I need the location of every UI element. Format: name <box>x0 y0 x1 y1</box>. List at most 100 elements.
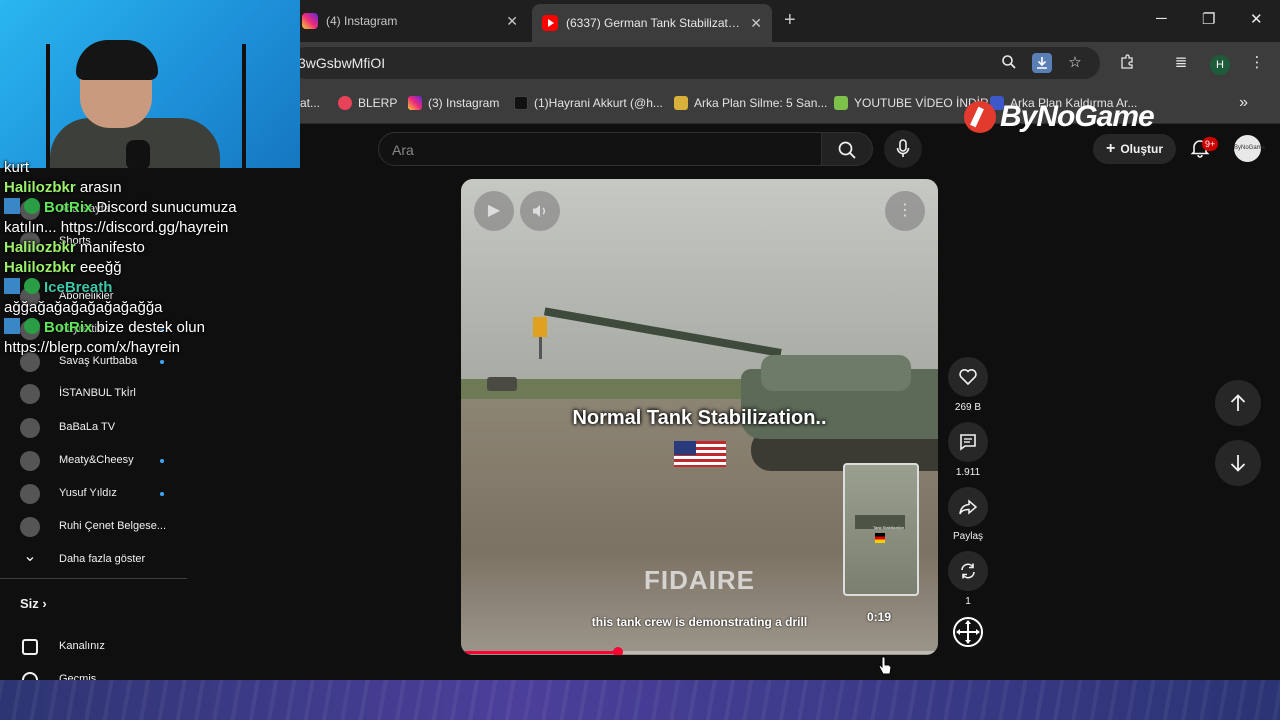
play-button[interactable]: ▶ <box>474 191 514 231</box>
comments-button[interactable] <box>948 422 988 462</box>
create-button[interactable]: + Oluştur <box>1093 134 1176 164</box>
minimize-icon[interactable]: ─ <box>1156 10 1167 27</box>
like-count: 269 B <box>954 402 982 413</box>
chevron-right-icon: › <box>42 596 47 611</box>
bookmark-item[interactable]: BLERP <box>338 96 397 110</box>
zoom-icon[interactable] <box>1000 54 1018 72</box>
chat-username: IceBreath <box>44 279 113 296</box>
bookmark-label: at... <box>300 96 321 110</box>
sidebar-item[interactable]: Yusuf Yıldız <box>0 478 187 510</box>
remix-icon <box>961 563 975 579</box>
orange-flag <box>533 317 547 337</box>
chat-text: arasın <box>75 179 122 196</box>
close-tab-icon[interactable]: ✕ <box>506 13 518 30</box>
close-window-icon[interactable]: ✕ <box>1250 10 1263 28</box>
notification-badge: 9+ <box>1202 137 1219 151</box>
previous-video-button[interactable] <box>1215 380 1261 426</box>
bookmark-item[interactable]: at... <box>300 96 320 110</box>
tab-instagram[interactable]: (4) Instagram ✕ <box>292 6 528 36</box>
headphone-stand <box>242 44 246 168</box>
search-button[interactable] <box>821 132 873 166</box>
video-time: 0:19 <box>867 610 892 624</box>
menu-icon[interactable]: ⋮ <box>1248 54 1266 72</box>
share-button[interactable] <box>948 487 988 527</box>
close-tab-icon[interactable]: ✕ <box>750 15 762 32</box>
shorts-video-player[interactable]: Normal Tank Stabilization.. Tank Stabili… <box>461 179 938 655</box>
video-caption: Normal Tank Stabilization.. <box>572 407 827 429</box>
chat-username: kurt <box>4 159 30 176</box>
tiktok-icon <box>514 96 528 110</box>
comment-icon <box>960 434 976 451</box>
chevron-right-icon[interactable]: » <box>1239 94 1248 112</box>
webcam-overlay <box>0 0 300 168</box>
sidebar-you-header[interactable]: Siz › <box>20 596 47 611</box>
sidebar-item[interactable]: Ruhi Çenet Belgese... <box>0 511 187 543</box>
chat-text: Discord sunucumuza <box>92 199 237 216</box>
search-placeholder: Ara <box>392 142 414 158</box>
chat-message: https://blerp.com/x/hayrein <box>4 338 294 358</box>
chat-username: BotRix <box>44 319 93 336</box>
media-control-icon[interactable]: ≣ <box>1172 54 1190 72</box>
stream-chat-overlay: kurt Halilozbkr arasın BotRix Discord sunu… <box>4 159 294 358</box>
you-label: Siz <box>20 596 39 611</box>
bookmark-item[interactable]: Arka Plan Silme: 5 San... <box>674 96 827 110</box>
comment-count: 1.911 <box>955 467 981 478</box>
channel-avatar-icon <box>20 517 40 537</box>
more-options-button[interactable]: ⋮ <box>885 191 925 231</box>
instagram-icon <box>302 13 318 29</box>
sidebar-item[interactable]: İSTANBUL Tkİrl <box>0 378 187 410</box>
german-flag-icon <box>875 533 885 543</box>
channel-avatar[interactable]: ByNoGame <box>1234 135 1265 162</box>
tab-youtube[interactable]: (6337) German Tank Stabilization ( ✕ <box>532 4 772 42</box>
bynogame-logo: ByNoGame <box>964 100 1155 134</box>
sidebar-item[interactable]: BaBaLa TV <box>0 412 187 444</box>
verified-icon <box>24 318 40 334</box>
plus-icon: + <box>1105 140 1116 157</box>
play-icon: ▶ <box>487 202 501 219</box>
chat-text: eeeğğ <box>75 259 122 276</box>
sidebar-divider <box>0 578 187 579</box>
sidebar-item[interactable]: Meaty&Cheesy <box>0 445 187 477</box>
voice-search-button[interactable] <box>884 130 922 168</box>
next-video-button[interactable] <box>1215 440 1261 486</box>
profile-avatar[interactable]: H <box>1210 55 1230 75</box>
search-icon <box>838 141 856 159</box>
chat-message: Halilozbkr manifesto <box>4 238 294 258</box>
sidebar-item[interactable]: ⌄ Daha fazla göster <box>0 544 187 576</box>
move-crosshair-icon <box>953 617 983 647</box>
chat-text: ağğağağağağağağağğa <box>4 299 163 316</box>
bookmark-item[interactable]: (1)Hayrani Akkurt (@h... <box>514 96 663 110</box>
sidebar-item-label: BaBaLa TV <box>59 421 116 433</box>
progress-knob[interactable] <box>613 647 623 655</box>
share-label: Paylaş <box>952 531 983 542</box>
channel-avatar-icon <box>20 384 40 404</box>
extensions-icon[interactable] <box>1118 54 1136 72</box>
instagram-icon <box>408 96 422 110</box>
restore-icon[interactable]: ❐ <box>1202 10 1215 28</box>
chat-username: Halilozbkr <box>4 259 76 276</box>
more-vertical-icon: ⋮ <box>897 202 913 219</box>
remix-button[interactable] <box>948 551 988 591</box>
channel-avatar-icon <box>20 418 40 438</box>
chat-message: BotRix bize destek olun <box>4 318 294 338</box>
new-tab-icon[interactable]: + <box>784 9 796 32</box>
address-bar[interactable]: 3wGsbwMfiOI <box>290 47 1100 79</box>
bookmark-item[interactable]: (3) Instagram <box>408 96 499 110</box>
sidebar-item-your-channel[interactable]: Kanalınız <box>0 631 187 663</box>
bookmark-star-icon[interactable]: ☆ <box>1066 54 1084 72</box>
blerp-icon <box>338 96 352 110</box>
like-button[interactable] <box>948 357 988 397</box>
search-input[interactable]: Ara <box>378 132 822 166</box>
verified-icon <box>24 198 40 214</box>
move-overlay-button[interactable] <box>951 615 985 649</box>
bookmark-label: Arka Plan Silme: 5 San... <box>694 96 828 110</box>
mute-button[interactable] <box>520 191 560 231</box>
chat-message: ağğağağağağağağağğa <box>4 298 294 318</box>
screen: (4) Instagram ✕ (6337) German Tank Stabi… <box>0 0 1280 720</box>
chat-text: katılın... https://discord.gg/hayrein <box>4 219 229 236</box>
download-icon[interactable] <box>1032 53 1052 73</box>
chat-message: Halilozbkr arasın <box>4 178 294 198</box>
channel-avatar-icon <box>20 451 40 471</box>
chat-text: https://blerp.com/x/hayrein <box>4 339 180 356</box>
chat-text: manifesto <box>75 239 145 256</box>
